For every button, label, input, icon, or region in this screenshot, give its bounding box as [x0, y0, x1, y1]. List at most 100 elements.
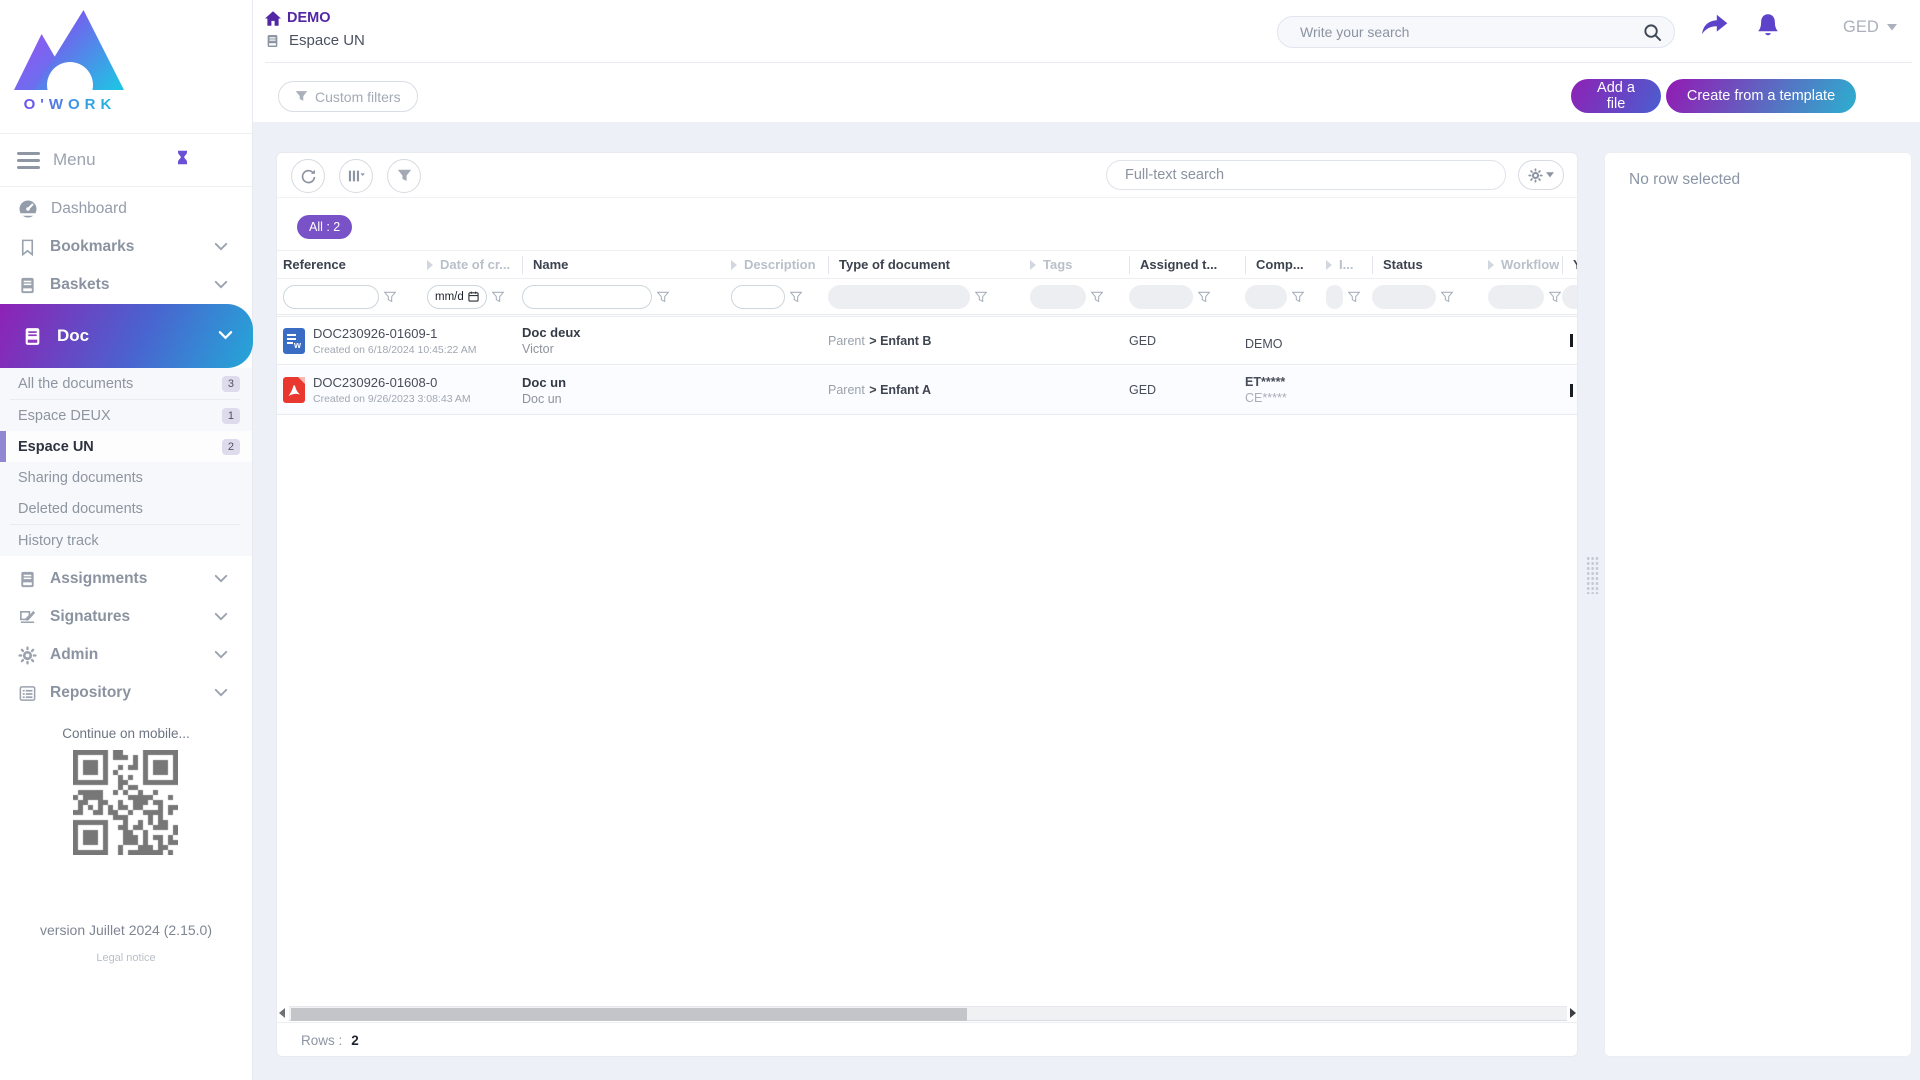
column-header-reference[interactable]: Reference	[283, 256, 427, 274]
scrollbar-track[interactable]	[289, 1006, 1567, 1021]
funnel-icon	[295, 91, 308, 101]
app-window: O'WORK Menu Dashboard Bookmarks Baskets …	[0, 0, 1920, 1080]
column-header-assigned[interactable]: Assigned t...	[1129, 255, 1245, 274]
horizontal-scrollbar	[277, 1005, 1577, 1022]
submenu-espace-deux[interactable]: Espace DEUX 1	[0, 400, 252, 431]
column-header-y[interactable]: Y	[1562, 255, 1577, 274]
legal-notice-link[interactable]: Legal notice	[0, 952, 252, 964]
column-header-status[interactable]: Status	[1372, 255, 1488, 274]
submenu-label: History track	[18, 532, 99, 549]
pdf-file-icon	[283, 377, 305, 403]
app-logo[interactable]: O'WORK	[14, 10, 124, 114]
filter-reference-input[interactable]	[283, 284, 379, 309]
column-header-i[interactable]: I...	[1326, 256, 1372, 274]
custom-filters-label: Custom filters	[315, 88, 401, 105]
global-search-input[interactable]	[1300, 24, 1643, 40]
sidebar-item-label: Assignments	[50, 570, 148, 587]
search-icon[interactable]	[1643, 23, 1662, 42]
filter-funnel-icon[interactable]	[1549, 291, 1561, 303]
panel-resize-handle[interactable]	[1586, 556, 1599, 594]
table-row[interactable]: DOC230926-01608-0 Created on 9/26/2023 3…	[277, 366, 1577, 415]
create-from-template-button[interactable]: Create from a template	[1666, 79, 1856, 113]
scroll-left-arrow[interactable]	[279, 1008, 285, 1018]
sidebar-item-signatures[interactable]: Signatures	[0, 598, 252, 636]
filter-description-input[interactable]	[731, 284, 785, 309]
submenu-deleted-documents[interactable]: Deleted documents	[0, 493, 252, 524]
fulltext-search-input[interactable]	[1125, 167, 1487, 183]
table-filter-row: mm/d	[277, 278, 1577, 315]
custom-filters-button[interactable]: Custom filters	[278, 81, 418, 112]
filter-button[interactable]	[387, 159, 421, 193]
column-header-company[interactable]: Comp...	[1245, 255, 1326, 274]
gear-icon	[1528, 167, 1543, 183]
scroll-right-arrow[interactable]	[1570, 1008, 1576, 1018]
filter-funnel-icon[interactable]	[491, 291, 504, 303]
table-settings-button[interactable]	[1518, 160, 1564, 190]
filter-date-input[interactable]: mm/d	[427, 284, 487, 309]
table-row[interactable]: w DOC230926-01609-1 Created on 6/18/2024…	[277, 316, 1577, 365]
column-header-type[interactable]: Type of document	[828, 255, 1030, 274]
sidebar-item-assignments[interactable]: Assignments	[0, 560, 252, 598]
filter-funnel-icon[interactable]	[975, 291, 987, 303]
cell-type-parent: Parent	[828, 333, 865, 348]
column-expand-icon	[1488, 259, 1494, 270]
submenu-label: All the documents	[18, 375, 134, 392]
cell-name-sub: Victor	[522, 342, 554, 356]
filter-funnel-icon[interactable]	[1441, 291, 1453, 303]
filter-funnel-icon[interactable]	[1292, 291, 1304, 303]
list-icon	[19, 685, 36, 701]
breadcrumb-space[interactable]: Espace UN	[265, 32, 365, 49]
scrollbar-thumb[interactable]	[291, 1008, 967, 1021]
refresh-button[interactable]	[291, 159, 325, 193]
submenu-history-track[interactable]: History track	[0, 525, 252, 556]
pin-sidebar-icon[interactable]	[175, 148, 190, 172]
sidebar-item-admin[interactable]: Admin	[0, 636, 252, 674]
rows-label: Rows :	[301, 1033, 343, 1048]
filter-funnel-icon[interactable]	[657, 291, 669, 303]
filter-name-input[interactable]	[522, 284, 652, 309]
column-header-workflow[interactable]: Workflow	[1488, 256, 1562, 274]
filter-funnel-icon[interactable]	[790, 291, 802, 303]
hamburger-icon[interactable]	[17, 148, 40, 173]
column-header-name[interactable]: Name	[522, 255, 731, 274]
notifications-button[interactable]	[1755, 12, 1781, 43]
filter-funnel-icon[interactable]	[1198, 291, 1210, 303]
sidebar-item-label: Baskets	[50, 276, 110, 293]
filter-funnel-icon[interactable]	[1348, 291, 1360, 303]
count-badge: 2	[221, 438, 240, 455]
sidebar-item-baskets[interactable]: Baskets	[0, 266, 252, 304]
column-header-tags[interactable]: Tags	[1030, 256, 1129, 274]
filter-funnel-icon[interactable]	[1091, 291, 1103, 303]
sidebar-item-bookmarks[interactable]: Bookmarks	[0, 228, 252, 266]
cell-company: ET*****	[1245, 375, 1286, 389]
documents-table-card: All : 2 Reference Date of cr... Name Des…	[276, 152, 1578, 1057]
sidebar-item-dashboard[interactable]: Dashboard	[0, 190, 252, 228]
cell-name-sub: Doc un	[522, 391, 562, 406]
funnel-icon	[397, 169, 411, 181]
filter-funnel-icon[interactable]	[384, 291, 396, 303]
submenu-all-documents[interactable]: All the documents 3	[0, 368, 252, 399]
column-header-date[interactable]: Date of cr...	[427, 256, 522, 274]
toolbar-divider	[277, 197, 1577, 198]
columns-button[interactable]	[339, 159, 373, 193]
cell-company: DEMO	[1245, 337, 1283, 351]
add-file-button[interactable]: Add a file	[1571, 79, 1661, 113]
column-expand-icon	[1030, 259, 1036, 270]
column-expand-icon	[731, 259, 737, 270]
sidebar-item-doc[interactable]: Doc	[0, 304, 253, 368]
column-header-description[interactable]: Description	[731, 256, 828, 274]
sidebar-item-repository[interactable]: Repository	[0, 674, 252, 712]
breadcrumb[interactable]: DEMO	[265, 10, 331, 26]
cell-created: Created on 6/18/2024 10:45:22 AM	[313, 343, 477, 356]
chevron-down-icon	[214, 684, 228, 702]
all-count-badge[interactable]: All : 2	[297, 215, 353, 239]
user-menu[interactable]: GED	[1843, 18, 1897, 37]
submenu-label: Sharing documents	[18, 469, 143, 486]
book-icon	[25, 327, 40, 345]
submenu-label: Espace UN	[18, 438, 94, 455]
share-button[interactable]	[1700, 14, 1728, 41]
submenu-sharing-documents[interactable]: Sharing documents	[0, 462, 252, 493]
chevron-down-icon	[214, 646, 228, 664]
sidebar-item-label: Dashboard	[51, 200, 127, 217]
submenu-espace-un[interactable]: Espace UN 2	[0, 431, 252, 462]
